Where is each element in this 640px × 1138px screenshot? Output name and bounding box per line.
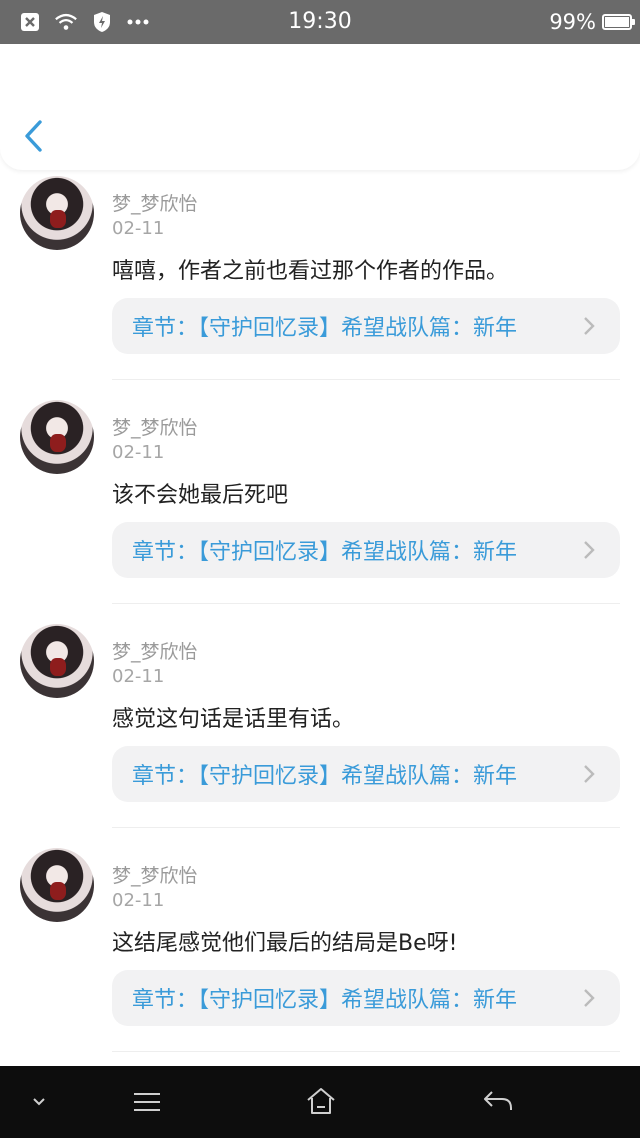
chevron-right-icon [584,317,595,335]
chapter-label: 章节：【守护回忆录】希望战队篇：新年 [132,764,518,789]
battery-icon [602,14,635,30]
chapter-label: 章节：【守护回忆录】希望战队篇：新年 [132,988,518,1013]
clock: 19:30 [288,9,352,34]
avatar[interactable] [20,848,94,922]
divider [112,827,620,828]
chapter-link[interactable]: 章节：【守护回忆录】希望战队篇：新年 [112,522,620,578]
battery-percent: 99% [549,10,596,34]
avatar[interactable] [20,624,94,698]
comment-item: 梦_梦欣怡 02-11 嘻嘻，作者之前也看过那个作者的作品。 章节：【守护回忆录… [0,172,640,396]
chevron-down-icon[interactable] [30,1096,48,1108]
comment-list: 梦_梦欣怡 02-11 嘻嘻，作者之前也看过那个作者的作品。 章节：【守护回忆录… [0,172,640,1066]
comment-item: 梦_梦欣怡 02-11 这结尾感觉他们最后的结局是Be呀! 章节：【守护回忆录】… [0,844,640,1066]
comment-text: 嘻嘻，作者之前也看过那个作者的作品。 [112,259,509,284]
username[interactable]: 梦_梦欣怡 [112,637,198,664]
avatar[interactable] [20,176,94,250]
username[interactable]: 梦_梦欣怡 [112,413,198,440]
menu-icon[interactable] [132,1091,162,1113]
header-bar [0,44,640,170]
divider [112,379,620,380]
chapter-label: 章节：【守护回忆录】希望战队篇：新年 [132,540,518,565]
home-icon[interactable] [305,1086,337,1116]
username[interactable]: 梦_梦欣怡 [112,189,198,216]
chapter-link[interactable]: 章节：【守护回忆录】希望战队篇：新年 [112,970,620,1026]
back-button[interactable] [20,118,50,154]
comment-item: 梦_梦欣怡 02-11 该不会她最后死吧 章节：【守护回忆录】希望战队篇：新年 [0,396,640,620]
avatar[interactable] [20,400,94,474]
chapter-link[interactable]: 章节：【守护回忆录】希望战队篇：新年 [112,298,620,354]
chapter-link[interactable]: 章节：【守护回忆录】希望战队篇：新年 [112,746,620,802]
comment-date: 02-11 [112,218,165,239]
chapter-label: 章节：【守护回忆录】希望战队篇：新年 [132,316,518,341]
divider [112,1051,620,1052]
comment-text: 这结尾感觉他们最后的结局是Be呀! [112,931,458,956]
comment-text: 感觉这句话是话里有话。 [112,707,355,732]
chevron-right-icon [584,765,595,783]
comment-date: 02-11 [112,442,165,463]
chevron-right-icon [584,989,595,1007]
comment-date: 02-11 [112,890,165,911]
username[interactable]: 梦_梦欣怡 [112,861,198,888]
chevron-left-icon [25,120,42,152]
divider [112,603,620,604]
comment-item: 梦_梦欣怡 02-11 感觉这句话是话里有话。 章节：【守护回忆录】希望战队篇：… [0,620,640,844]
status-bar: 19:30 99% [0,0,640,44]
back-arrow-icon[interactable] [482,1089,514,1113]
system-nav-bar [0,1066,640,1138]
comment-date: 02-11 [112,666,165,687]
chevron-right-icon [584,541,595,559]
comment-text: 该不会她最后死吧 [112,483,289,508]
